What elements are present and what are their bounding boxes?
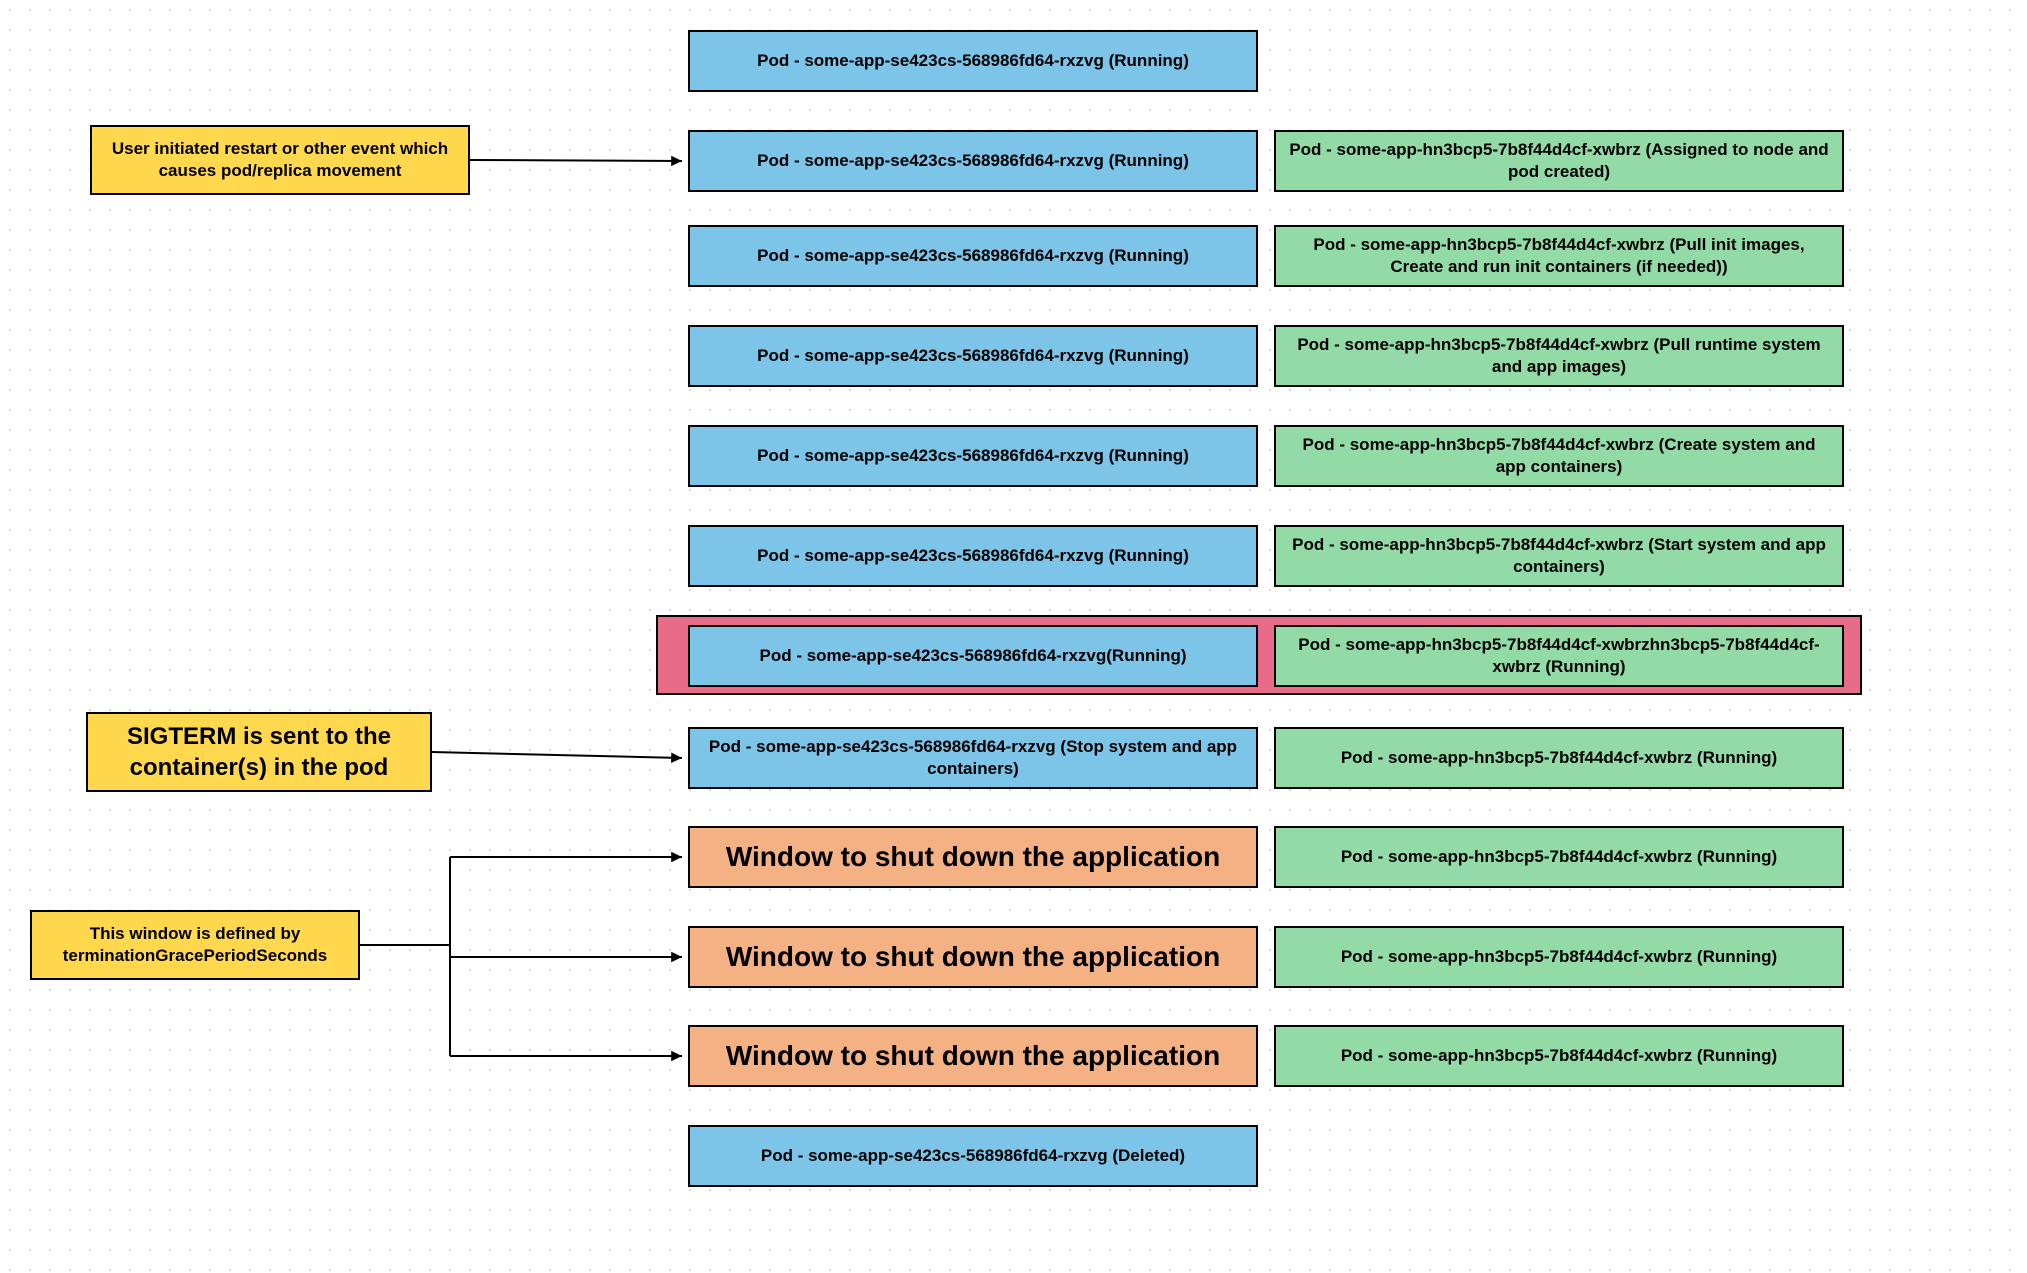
left-pod-running-5: Pod - some-app-se423cs-568986fd64-rxzvg … [688, 425, 1258, 487]
right-pod-running-3: Pod - some-app-hn3bcp5-7b8f44d4cf-xwbrz … [1274, 926, 1844, 988]
right-pod-pull-init: Pod - some-app-hn3bcp5-7b8f44d4cf-xwbrz … [1274, 225, 1844, 287]
arrow-grace-window-branch [348, 845, 694, 1068]
right-pod-running-highlight: Pod - some-app-hn3bcp5-7b8f44d4cf-xwbrzh… [1274, 625, 1844, 687]
left-pod-running-4: Pod - some-app-se423cs-568986fd64-rxzvg … [688, 325, 1258, 387]
shutdown-window-2: Window to shut down the application [688, 926, 1258, 988]
shutdown-window-3: Window to shut down the application [688, 1025, 1258, 1087]
left-pod-running-3: Pod - some-app-se423cs-568986fd64-rxzvg … [688, 225, 1258, 287]
left-pod-stop: Pod - some-app-se423cs-568986fd64-rxzvg … [688, 727, 1258, 789]
right-pod-start-containers: Pod - some-app-hn3bcp5-7b8f44d4cf-xwbrz … [1274, 525, 1844, 587]
annotation-grace-window: This window is defined by terminationGra… [30, 910, 360, 980]
right-pod-pull-runtime: Pod - some-app-hn3bcp5-7b8f44d4cf-xwbrz … [1274, 325, 1844, 387]
left-pod-deleted: Pod - some-app-se423cs-568986fd64-rxzvg … [688, 1125, 1258, 1187]
right-pod-running-1: Pod - some-app-hn3bcp5-7b8f44d4cf-xwbrz … [1274, 727, 1844, 789]
right-pod-create-containers: Pod - some-app-hn3bcp5-7b8f44d4cf-xwbrz … [1274, 425, 1844, 487]
arrow-user-event [458, 148, 694, 173]
arrow-sigterm [420, 740, 694, 770]
left-pod-running-highlight: Pod - some-app-se423cs-568986fd64-rxzvg(… [688, 625, 1258, 687]
left-pod-running-6: Pod - some-app-se423cs-568986fd64-rxzvg … [688, 525, 1258, 587]
left-pod-running-2: Pod - some-app-se423cs-568986fd64-rxzvg … [688, 130, 1258, 192]
right-pod-assigned: Pod - some-app-hn3bcp5-7b8f44d4cf-xwbrz … [1274, 130, 1844, 192]
annotation-user-event: User initiated restart or other event wh… [90, 125, 470, 195]
shutdown-window-1: Window to shut down the application [688, 826, 1258, 888]
right-pod-running-2: Pod - some-app-hn3bcp5-7b8f44d4cf-xwbrz … [1274, 826, 1844, 888]
annotation-sigterm: SIGTERM is sent to the container(s) in t… [86, 712, 432, 792]
right-pod-running-4: Pod - some-app-hn3bcp5-7b8f44d4cf-xwbrz … [1274, 1025, 1844, 1087]
left-pod-running-1: Pod - some-app-se423cs-568986fd64-rxzvg … [688, 30, 1258, 92]
